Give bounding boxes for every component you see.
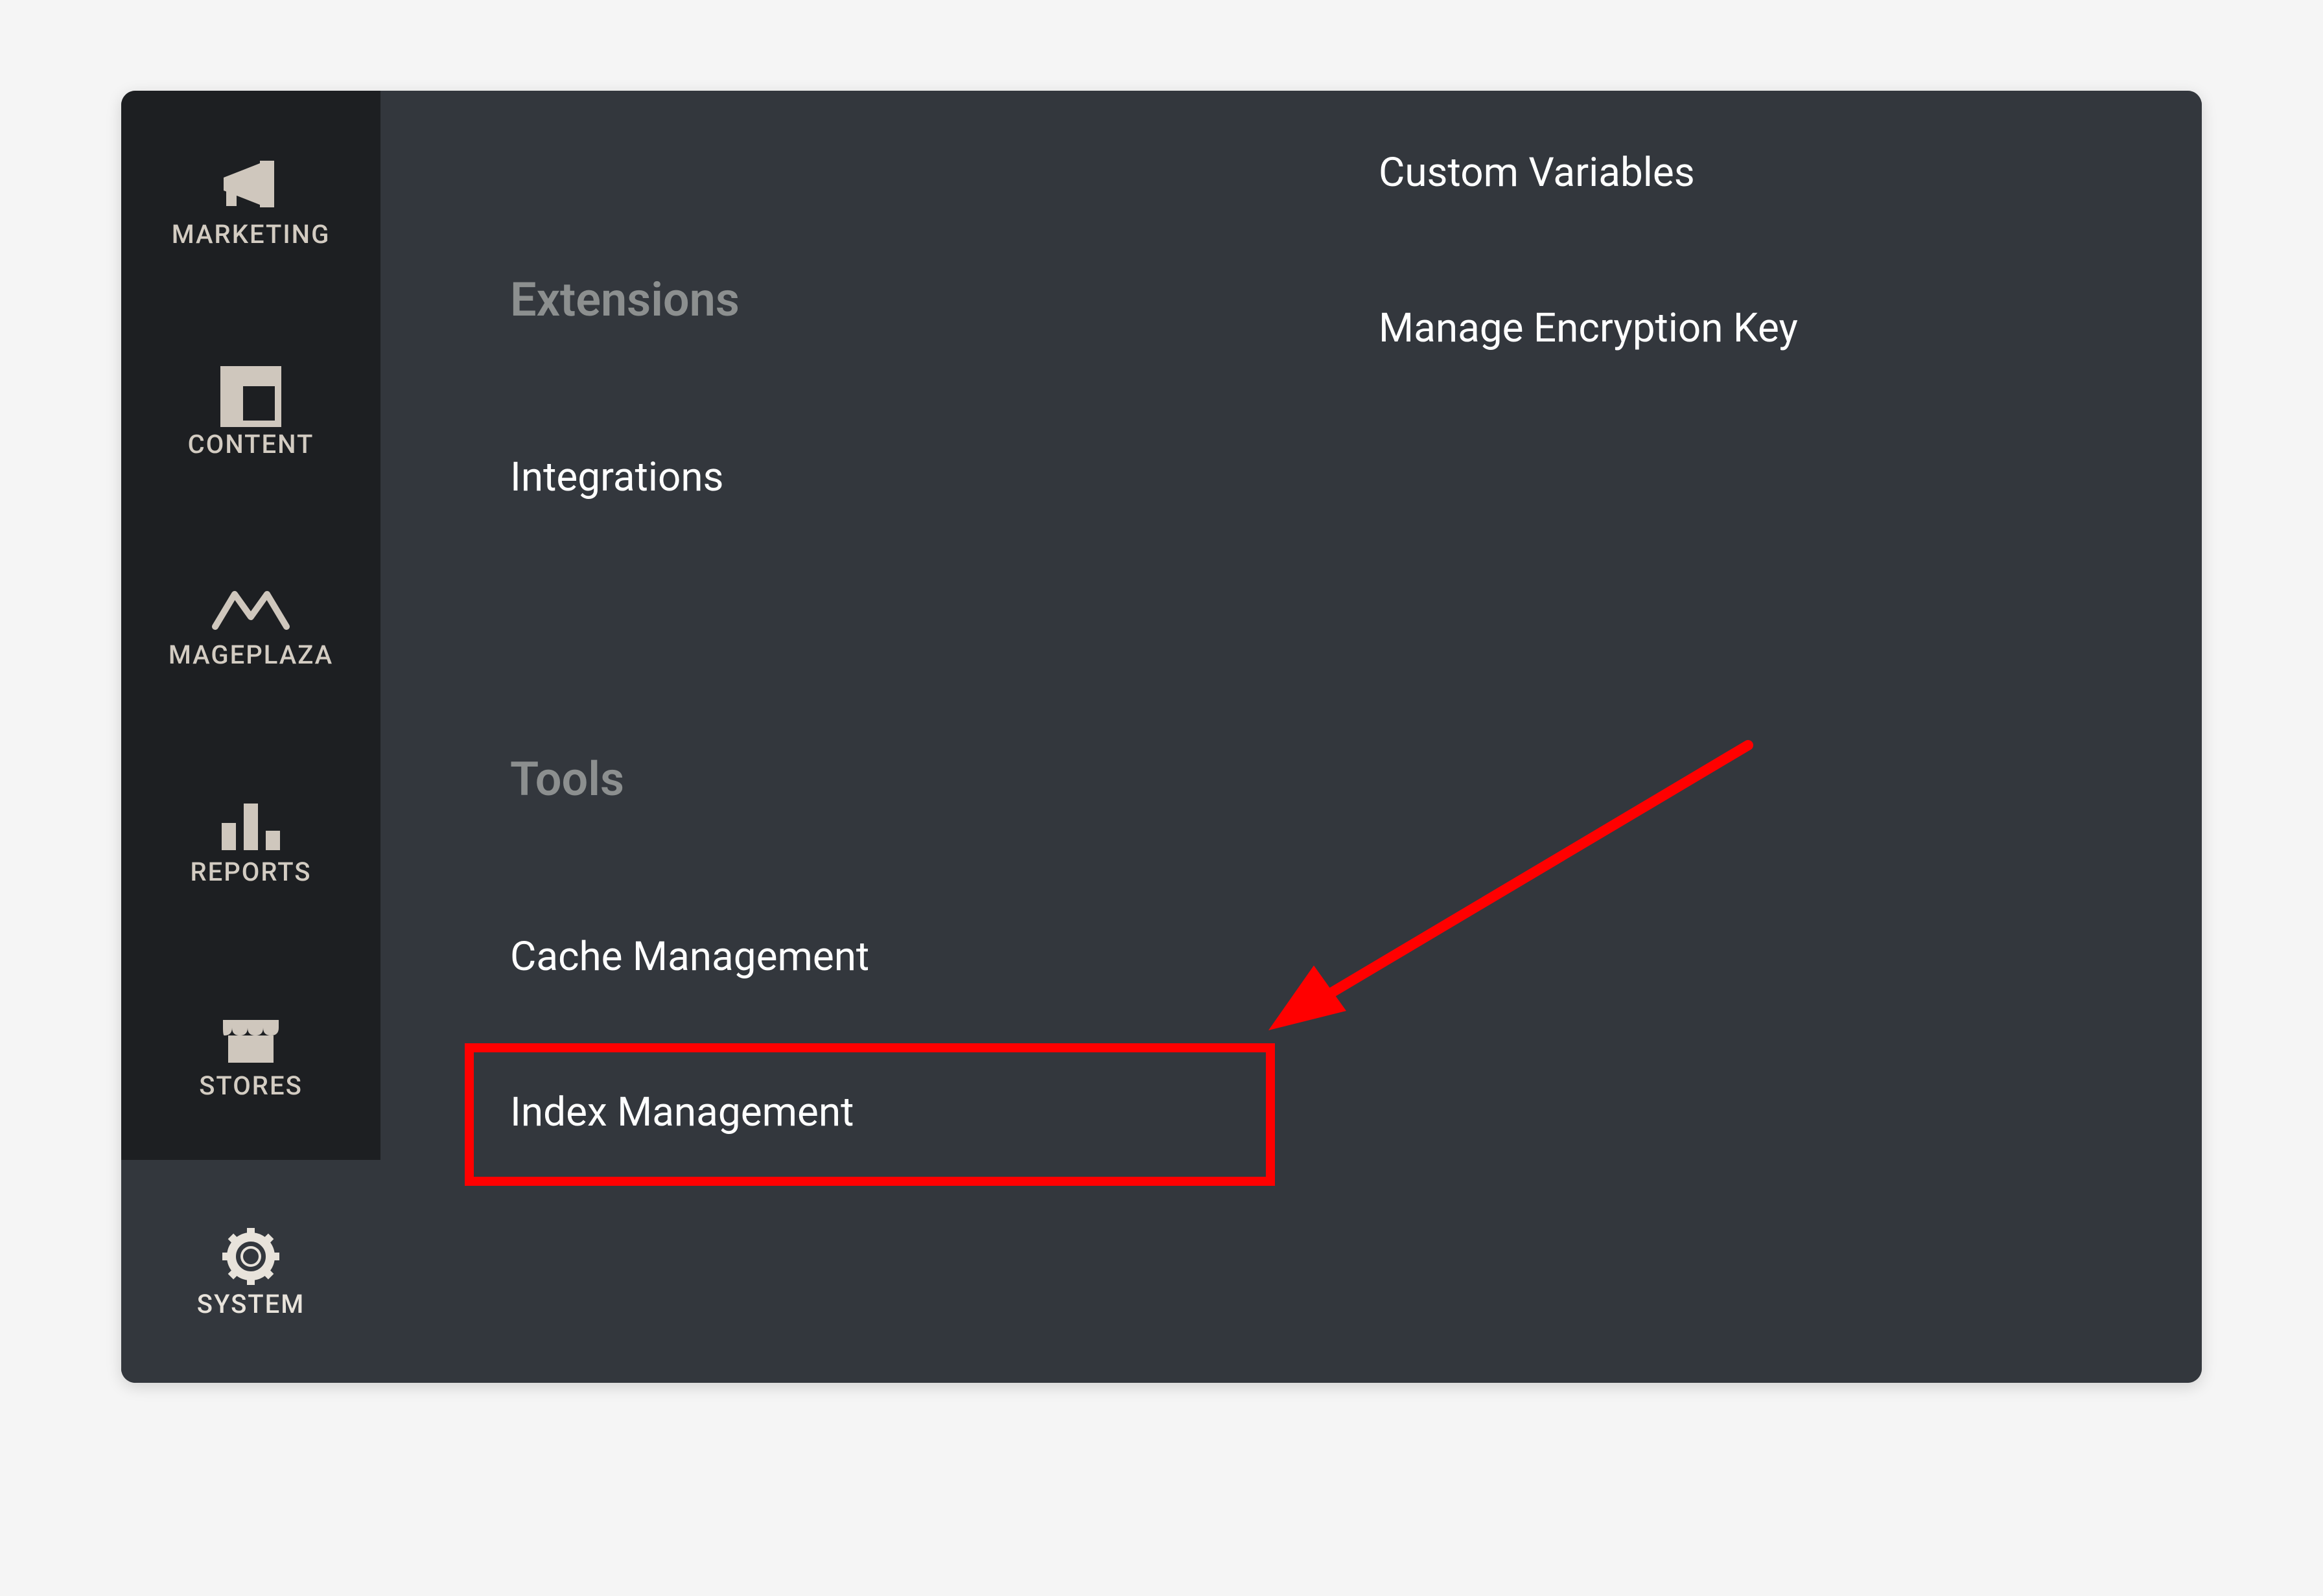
gear-icon	[218, 1224, 283, 1289]
menu-link-integrations[interactable]: Integrations	[510, 454, 724, 501]
storefront-icon	[215, 1006, 286, 1070]
admin-panel-frame: MARKETING CONTENT MAGEPLAZA	[121, 91, 2202, 1383]
section-heading-tools: Tools	[510, 752, 624, 807]
megaphone-icon	[212, 154, 290, 219]
sidebar-item-stores[interactable]: STORES	[121, 946, 380, 1160]
sidebar-label: SYSTEM	[197, 1289, 305, 1319]
menu-link-index-management[interactable]: Index Management	[510, 1089, 854, 1136]
sidebar-item-mageplaza[interactable]: MAGEPLAZA	[121, 518, 380, 732]
menu-link-manage-encryption-key[interactable]: Manage Encryption Key	[1379, 305, 1798, 352]
sidebar-item-marketing[interactable]: MARKETING	[121, 91, 380, 305]
sidebar-label: STORES	[199, 1070, 303, 1101]
section-heading-extensions: Extensions	[510, 272, 740, 327]
sidebar-item-system[interactable]: SYSTEM	[121, 1160, 380, 1383]
sidebar-label: REPORTS	[191, 857, 312, 887]
annotation-arrow	[1217, 713, 1800, 1076]
menu-link-cache-management[interactable]: Cache Management	[510, 933, 869, 980]
admin-sidebar: MARKETING CONTENT MAGEPLAZA	[121, 91, 380, 1383]
sidebar-item-content[interactable]: CONTENT	[121, 305, 380, 518]
sidebar-label: MARKETING	[172, 219, 331, 249]
sidebar-label: CONTENT	[188, 429, 314, 459]
mageplaza-icon	[209, 581, 293, 640]
menu-link-custom-variables[interactable]: Custom Variables	[1379, 149, 1695, 196]
sidebar-label: MAGEPLAZA	[169, 640, 333, 670]
system-flyout-panel: Extensions Integrations Tools Cache Mana…	[380, 91, 2202, 1383]
bar-chart-icon	[215, 792, 286, 857]
sidebar-item-reports[interactable]: REPORTS	[121, 732, 380, 946]
layout-icon	[218, 364, 283, 429]
